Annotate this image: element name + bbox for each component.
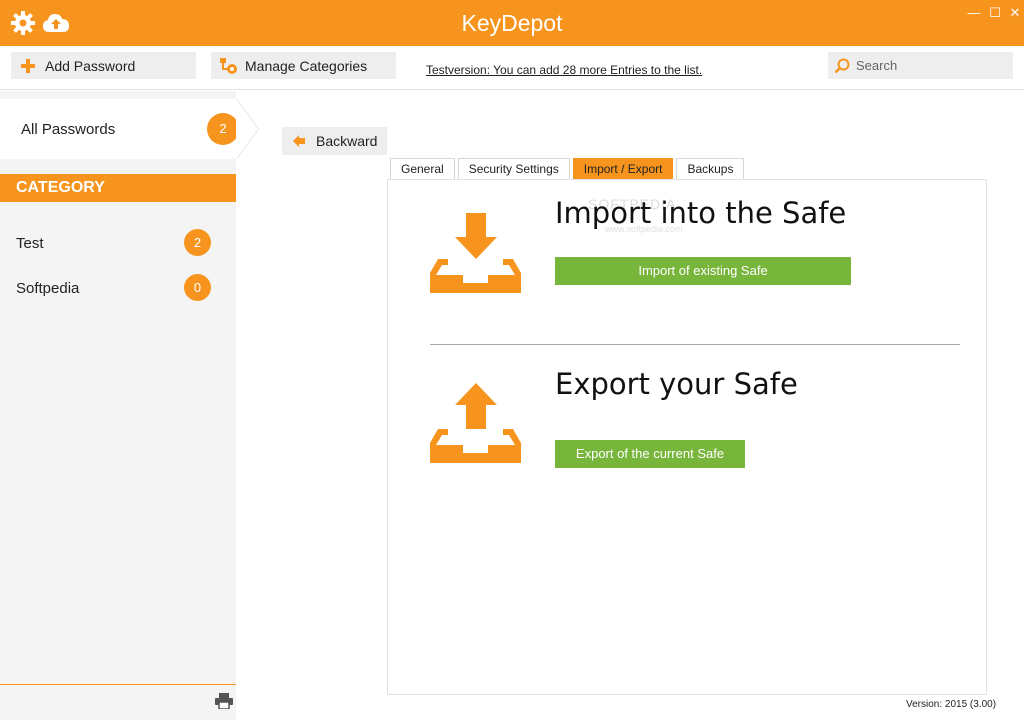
category-label: Softpedia [16,280,80,297]
add-password-button[interactable]: Add Password [11,52,196,79]
category-label: Test [16,235,44,252]
add-password-label: Add Password [45,57,136,74]
tab-backups[interactable]: Backups [676,158,745,180]
category-header: CATEGORY [0,174,236,202]
version-label: Version: 2015 (3.00) [906,699,997,710]
manage-categories-icon [211,57,245,75]
sidebar-item-softpedia[interactable]: Softpedia 0 [0,274,236,304]
search-input[interactable] [856,58,1006,73]
title-bar: KeyDepot — ☐ ✕ [0,0,1024,46]
tab-general[interactable]: General [390,158,455,180]
export-title: Export your Safe [555,367,798,401]
backward-label: Backward [316,133,378,149]
import-title: Import into the Safe [555,196,847,230]
selection-arrow [236,99,258,159]
sidebar-item-test[interactable]: Test 2 [0,229,236,259]
maximize-button[interactable]: ☐ [988,6,1002,20]
category-count-badge: 0 [184,274,211,301]
trial-notice-link[interactable]: Testversion: You can add 28 more Entries… [426,63,702,77]
tray-export-icon [430,383,521,468]
sidebar-item-all-passwords[interactable]: All Passwords 2 [0,99,239,159]
manage-categories-label: Manage Categories [245,57,368,74]
tray-import-icon [430,213,521,298]
tab-security-settings[interactable]: Security Settings [457,158,570,180]
minimize-button[interactable]: — [967,6,981,20]
toolbar: Add Password Manage Categories Testversi… [0,46,1024,90]
printer-icon[interactable] [215,693,233,714]
sidebar-footer [0,684,236,720]
export-current-safe-button[interactable]: Export of the current Safe [555,440,745,468]
category-count-badge: 2 [184,229,211,256]
all-passwords-count-badge: 2 [207,113,239,145]
arrow-left-icon [282,135,316,147]
app-title: KeyDepot [461,10,563,36]
import-existing-safe-button[interactable]: Import of existing Safe [555,257,851,285]
sidebar: All Passwords 2 CATEGORY Test 2 Softpedi… [0,91,239,720]
tab-import-export[interactable]: Import / Export [572,158,674,180]
section-divider [430,344,960,345]
backward-button[interactable]: Backward [282,127,387,155]
search-box[interactable] [828,52,1013,79]
settings-tabs: General Security Settings Import / Expor… [390,158,747,180]
close-button[interactable]: ✕ [1008,6,1022,20]
all-passwords-label: All Passwords [21,121,116,138]
search-icon [828,58,856,74]
manage-categories-button[interactable]: Manage Categories [211,52,396,79]
plus-icon [11,58,45,73]
